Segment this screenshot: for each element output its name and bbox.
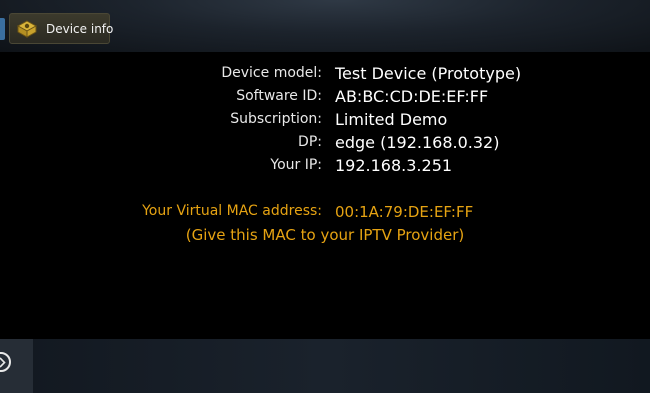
- previous-tab-edge[interactable]: [0, 18, 5, 40]
- software-id-label: Software ID:: [236, 88, 322, 104]
- dp-label: DP:: [298, 134, 322, 150]
- bottom-left-panel: [0, 339, 33, 393]
- virtual-mac-value: 00:1A:79:DE:EF:FF: [335, 203, 474, 221]
- your-ip-value: 192.168.3.251: [335, 156, 453, 175]
- subscription-value: Limited Demo: [335, 110, 448, 129]
- mac-note-row: (Give this MAC to your IPTV Provider): [0, 226, 650, 244]
- mac-note: (Give this MAC to your IPTV Provider): [185, 226, 465, 244]
- tab-device-info-label: Device info: [46, 21, 114, 36]
- subscription-label: Subscription:: [230, 111, 322, 127]
- device-model-row: Device model: Test Device (Prototype): [0, 64, 650, 88]
- chevron-right-icon[interactable]: [0, 352, 11, 372]
- bottom-bar: [0, 339, 650, 393]
- dp-value: edge (192.168.0.32): [335, 133, 500, 152]
- device-info-icon: [16, 18, 38, 40]
- your-ip-row: Your IP: 192.168.3.251: [0, 156, 650, 180]
- device-model-value: Test Device (Prototype): [335, 64, 522, 83]
- tab-device-info[interactable]: Device info: [9, 13, 114, 44]
- device-info-panel: Device model: Test Device (Prototype) So…: [0, 52, 650, 339]
- subscription-row: Subscription: Limited Demo: [0, 110, 650, 134]
- software-id-value: AB:BC:CD:DE:EF:FF: [335, 87, 489, 106]
- software-id-row: Software ID: AB:BC:CD:DE:EF:FF: [0, 87, 650, 111]
- dp-row: DP: edge (192.168.0.32): [0, 133, 650, 157]
- top-bar: Device info: [0, 0, 650, 52]
- virtual-mac-label: Your Virtual MAC address:: [142, 203, 322, 219]
- device-info-screen: Device info Device model: Test Device (P…: [0, 0, 650, 393]
- virtual-mac-row: Your Virtual MAC address: 00:1A:79:DE:EF…: [0, 203, 650, 226]
- your-ip-label: Your IP:: [270, 157, 322, 173]
- device-model-label: Device model:: [221, 65, 322, 81]
